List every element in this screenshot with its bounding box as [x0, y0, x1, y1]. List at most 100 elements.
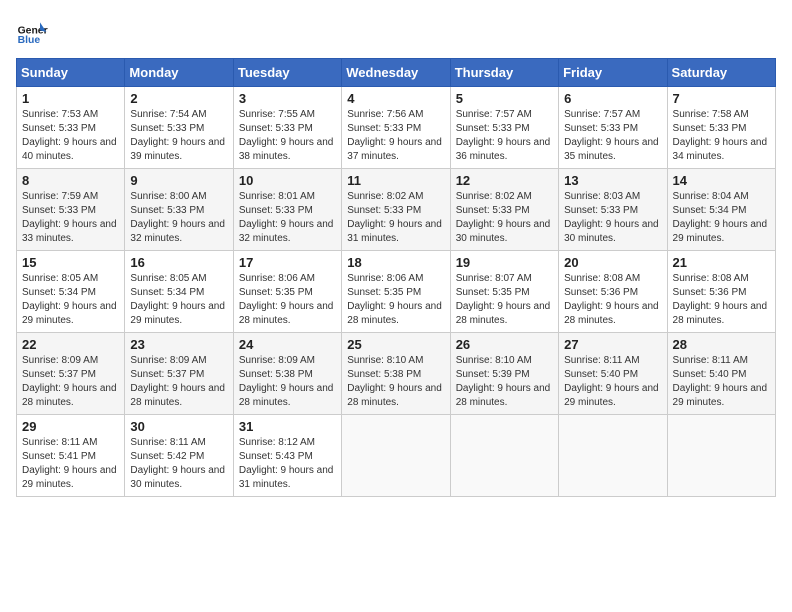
day-info: Sunrise: 7:57 AM Sunset: 5:33 PM Dayligh…	[564, 108, 661, 164]
calendar-cell: 6 Sunrise: 7:57 AM Sunset: 5:33 PM Dayli…	[559, 87, 667, 169]
day-info: Sunrise: 8:09 AM Sunset: 5:37 PM Dayligh…	[22, 354, 119, 410]
day-number: 31	[239, 419, 336, 434]
calendar-cell: 19 Sunrise: 8:07 AM Sunset: 5:35 PM Dayl…	[450, 251, 558, 333]
day-number: 27	[564, 337, 661, 352]
weekday-header-friday: Friday	[559, 59, 667, 87]
day-number: 1	[22, 91, 119, 106]
day-number: 19	[456, 255, 553, 270]
calendar-cell: 8 Sunrise: 7:59 AM Sunset: 5:33 PM Dayli…	[17, 169, 125, 251]
day-info: Sunrise: 8:10 AM Sunset: 5:38 PM Dayligh…	[347, 354, 444, 410]
calendar-cell: 24 Sunrise: 8:09 AM Sunset: 5:38 PM Dayl…	[233, 333, 341, 415]
day-number: 8	[22, 173, 119, 188]
day-number: 25	[347, 337, 444, 352]
day-number: 17	[239, 255, 336, 270]
day-info: Sunrise: 8:06 AM Sunset: 5:35 PM Dayligh…	[239, 272, 336, 328]
day-info: Sunrise: 8:09 AM Sunset: 5:37 PM Dayligh…	[130, 354, 227, 410]
day-number: 30	[130, 419, 227, 434]
calendar-cell: 5 Sunrise: 7:57 AM Sunset: 5:33 PM Dayli…	[450, 87, 558, 169]
calendar-cell: 7 Sunrise: 7:58 AM Sunset: 5:33 PM Dayli…	[667, 87, 775, 169]
day-number: 28	[673, 337, 770, 352]
day-info: Sunrise: 8:00 AM Sunset: 5:33 PM Dayligh…	[130, 190, 227, 246]
day-number: 29	[22, 419, 119, 434]
day-info: Sunrise: 8:01 AM Sunset: 5:33 PM Dayligh…	[239, 190, 336, 246]
calendar-cell: 14 Sunrise: 8:04 AM Sunset: 5:34 PM Dayl…	[667, 169, 775, 251]
calendar-cell: 27 Sunrise: 8:11 AM Sunset: 5:40 PM Dayl…	[559, 333, 667, 415]
page-header: General Blue	[16, 16, 776, 48]
day-number: 24	[239, 337, 336, 352]
day-info: Sunrise: 8:07 AM Sunset: 5:35 PM Dayligh…	[456, 272, 553, 328]
day-info: Sunrise: 8:05 AM Sunset: 5:34 PM Dayligh…	[130, 272, 227, 328]
calendar-cell	[559, 415, 667, 497]
day-info: Sunrise: 8:11 AM Sunset: 5:41 PM Dayligh…	[22, 436, 119, 492]
calendar-cell: 25 Sunrise: 8:10 AM Sunset: 5:38 PM Dayl…	[342, 333, 450, 415]
day-info: Sunrise: 8:06 AM Sunset: 5:35 PM Dayligh…	[347, 272, 444, 328]
calendar-cell: 23 Sunrise: 8:09 AM Sunset: 5:37 PM Dayl…	[125, 333, 233, 415]
calendar-cell: 13 Sunrise: 8:03 AM Sunset: 5:33 PM Dayl…	[559, 169, 667, 251]
weekday-header-sunday: Sunday	[17, 59, 125, 87]
calendar-cell: 17 Sunrise: 8:06 AM Sunset: 5:35 PM Dayl…	[233, 251, 341, 333]
weekday-header-saturday: Saturday	[667, 59, 775, 87]
calendar-cell	[342, 415, 450, 497]
calendar-cell: 3 Sunrise: 7:55 AM Sunset: 5:33 PM Dayli…	[233, 87, 341, 169]
day-number: 13	[564, 173, 661, 188]
day-info: Sunrise: 8:05 AM Sunset: 5:34 PM Dayligh…	[22, 272, 119, 328]
day-number: 20	[564, 255, 661, 270]
day-info: Sunrise: 8:10 AM Sunset: 5:39 PM Dayligh…	[456, 354, 553, 410]
calendar-cell: 22 Sunrise: 8:09 AM Sunset: 5:37 PM Dayl…	[17, 333, 125, 415]
calendar-cell: 29 Sunrise: 8:11 AM Sunset: 5:41 PM Dayl…	[17, 415, 125, 497]
day-number: 10	[239, 173, 336, 188]
day-info: Sunrise: 8:11 AM Sunset: 5:42 PM Dayligh…	[130, 436, 227, 492]
day-number: 4	[347, 91, 444, 106]
day-info: Sunrise: 8:11 AM Sunset: 5:40 PM Dayligh…	[673, 354, 770, 410]
day-info: Sunrise: 7:55 AM Sunset: 5:33 PM Dayligh…	[239, 108, 336, 164]
calendar-cell: 1 Sunrise: 7:53 AM Sunset: 5:33 PM Dayli…	[17, 87, 125, 169]
day-number: 2	[130, 91, 227, 106]
day-info: Sunrise: 8:08 AM Sunset: 5:36 PM Dayligh…	[673, 272, 770, 328]
day-info: Sunrise: 8:03 AM Sunset: 5:33 PM Dayligh…	[564, 190, 661, 246]
day-info: Sunrise: 8:04 AM Sunset: 5:34 PM Dayligh…	[673, 190, 770, 246]
weekday-header-wednesday: Wednesday	[342, 59, 450, 87]
calendar-cell: 2 Sunrise: 7:54 AM Sunset: 5:33 PM Dayli…	[125, 87, 233, 169]
calendar-cell: 18 Sunrise: 8:06 AM Sunset: 5:35 PM Dayl…	[342, 251, 450, 333]
day-info: Sunrise: 7:57 AM Sunset: 5:33 PM Dayligh…	[456, 108, 553, 164]
day-info: Sunrise: 7:59 AM Sunset: 5:33 PM Dayligh…	[22, 190, 119, 246]
day-number: 6	[564, 91, 661, 106]
weekday-header-monday: Monday	[125, 59, 233, 87]
svg-text:Blue: Blue	[18, 35, 41, 46]
calendar-cell: 31 Sunrise: 8:12 AM Sunset: 5:43 PM Dayl…	[233, 415, 341, 497]
day-number: 14	[673, 173, 770, 188]
day-number: 22	[22, 337, 119, 352]
calendar-cell: 20 Sunrise: 8:08 AM Sunset: 5:36 PM Dayl…	[559, 251, 667, 333]
day-info: Sunrise: 8:12 AM Sunset: 5:43 PM Dayligh…	[239, 436, 336, 492]
day-number: 21	[673, 255, 770, 270]
day-number: 16	[130, 255, 227, 270]
day-number: 7	[673, 91, 770, 106]
calendar-cell: 28 Sunrise: 8:11 AM Sunset: 5:40 PM Dayl…	[667, 333, 775, 415]
calendar-cell: 15 Sunrise: 8:05 AM Sunset: 5:34 PM Dayl…	[17, 251, 125, 333]
calendar-table: SundayMondayTuesdayWednesdayThursdayFrid…	[16, 58, 776, 497]
day-info: Sunrise: 8:02 AM Sunset: 5:33 PM Dayligh…	[456, 190, 553, 246]
calendar-cell: 10 Sunrise: 8:01 AM Sunset: 5:33 PM Dayl…	[233, 169, 341, 251]
day-info: Sunrise: 8:02 AM Sunset: 5:33 PM Dayligh…	[347, 190, 444, 246]
weekday-header-tuesday: Tuesday	[233, 59, 341, 87]
calendar-cell: 9 Sunrise: 8:00 AM Sunset: 5:33 PM Dayli…	[125, 169, 233, 251]
calendar-cell	[667, 415, 775, 497]
day-number: 11	[347, 173, 444, 188]
day-number: 18	[347, 255, 444, 270]
calendar-cell: 21 Sunrise: 8:08 AM Sunset: 5:36 PM Dayl…	[667, 251, 775, 333]
day-info: Sunrise: 8:08 AM Sunset: 5:36 PM Dayligh…	[564, 272, 661, 328]
day-info: Sunrise: 8:11 AM Sunset: 5:40 PM Dayligh…	[564, 354, 661, 410]
calendar-cell: 16 Sunrise: 8:05 AM Sunset: 5:34 PM Dayl…	[125, 251, 233, 333]
day-number: 3	[239, 91, 336, 106]
calendar-cell	[450, 415, 558, 497]
calendar-cell: 26 Sunrise: 8:10 AM Sunset: 5:39 PM Dayl…	[450, 333, 558, 415]
day-info: Sunrise: 7:58 AM Sunset: 5:33 PM Dayligh…	[673, 108, 770, 164]
day-number: 9	[130, 173, 227, 188]
day-number: 15	[22, 255, 119, 270]
calendar-cell: 12 Sunrise: 8:02 AM Sunset: 5:33 PM Dayl…	[450, 169, 558, 251]
day-info: Sunrise: 7:53 AM Sunset: 5:33 PM Dayligh…	[22, 108, 119, 164]
day-info: Sunrise: 8:09 AM Sunset: 5:38 PM Dayligh…	[239, 354, 336, 410]
day-number: 12	[456, 173, 553, 188]
logo: General Blue	[16, 16, 48, 48]
day-number: 5	[456, 91, 553, 106]
